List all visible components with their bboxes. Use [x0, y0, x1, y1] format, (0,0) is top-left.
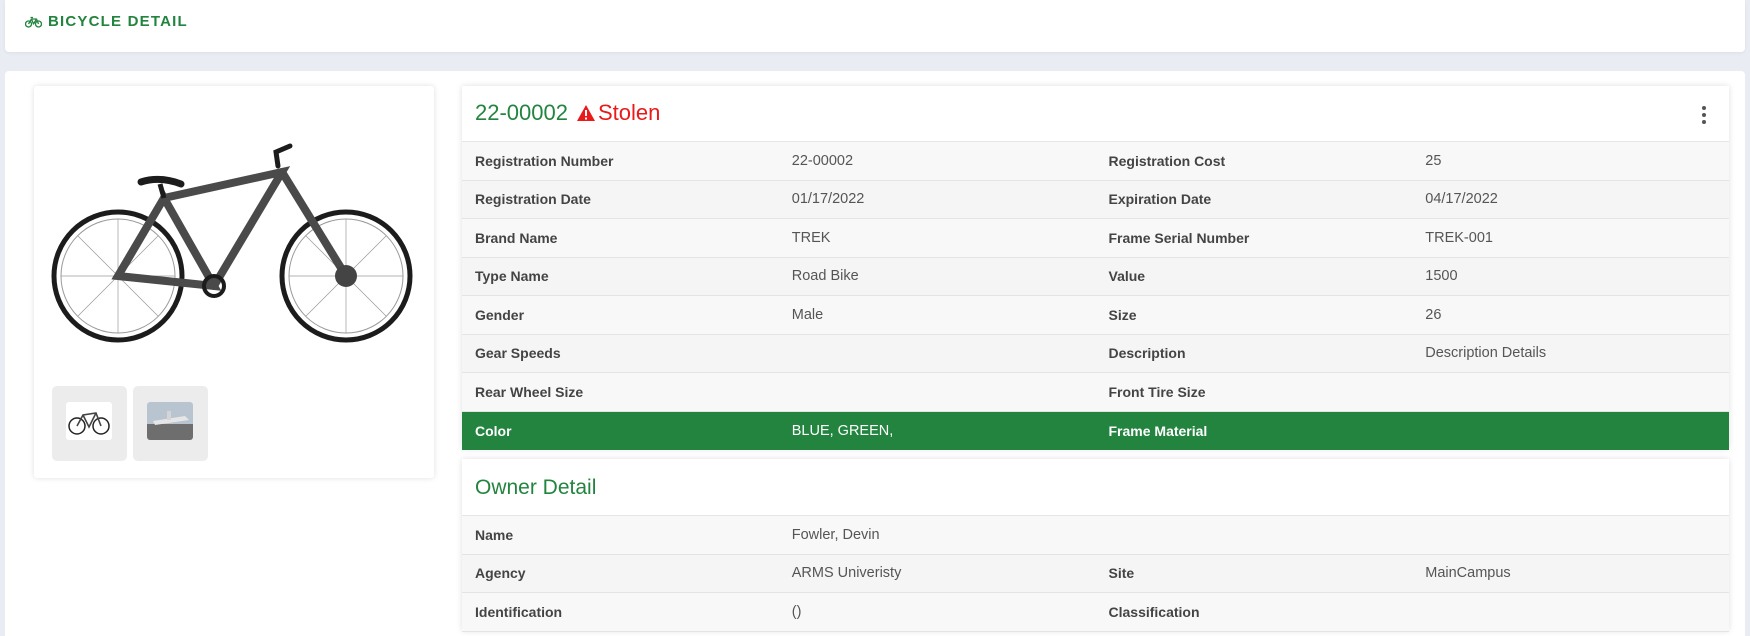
owner-detail-card: Owner Detail Name Fowler, Devin Agency A… — [462, 459, 1729, 632]
field-value: Fowler, Devin — [791, 526, 880, 543]
bicycle-detail-card: 22-00002 Stolen Registration Number 22-0… — [462, 86, 1729, 450]
field-value: 25 — [1425, 152, 1442, 169]
table-row: Registration Number 22-00002 Registratio… — [462, 142, 1729, 181]
field-label: Classification — [1108, 603, 1200, 620]
more-options-icon[interactable] — [1701, 106, 1707, 126]
field-label: Gear Speeds — [475, 345, 561, 362]
page-title: BICYCLE DETAIL — [25, 13, 188, 30]
bicycle-detail-table: Registration Number 22-00002 Registratio… — [462, 142, 1729, 450]
field-label: Brand Name — [475, 229, 558, 246]
thumbnail-2[interactable] — [133, 386, 208, 461]
owner-detail-header: Owner Detail — [462, 459, 1729, 516]
field-value: 26 — [1425, 306, 1442, 323]
field-value: 22-00002 — [791, 152, 854, 169]
table-row: Rear Wheel Size Front Tire Size — [462, 373, 1729, 412]
bicycle-detail-header: 22-00002 Stolen — [462, 86, 1729, 142]
field-label: Frame Serial Number — [1108, 229, 1250, 246]
page-header: BICYCLE DETAIL — [5, 0, 1745, 52]
field-label: Name — [475, 526, 514, 543]
registration-title: 22-00002 Stolen — [475, 100, 660, 126]
table-row: Gender Male Size 26 — [462, 296, 1729, 335]
field-value: 01/17/2022 — [791, 191, 865, 208]
table-row: Registration Date 01/17/2022 Expiration … — [462, 180, 1729, 219]
field-value: ARMS Univeristy — [791, 565, 902, 582]
field-value: TREK — [791, 229, 831, 246]
field-label: Rear Wheel Size — [475, 383, 584, 400]
field-label: Registration Date — [475, 191, 591, 208]
field-label: Front Tire Size — [1108, 383, 1206, 400]
field-value: Description Details — [1425, 345, 1547, 362]
table-row: Agency ARMS Univeristy Site MainCampus — [462, 554, 1729, 593]
table-row: Brand Name TREK Frame Serial Number TREK… — [462, 219, 1729, 258]
field-value: 04/17/2022 — [1425, 191, 1498, 208]
field-value: TREK-001 — [1425, 229, 1493, 246]
field-label: Identification — [475, 603, 563, 620]
bicycle-photo[interactable] — [46, 126, 422, 366]
field-value: MainCampus — [1425, 565, 1511, 582]
field-label: Value — [1108, 268, 1146, 285]
field-value: Road Bike — [791, 268, 859, 285]
field-label: Registration Number — [475, 152, 614, 169]
page-title-text: BICYCLE DETAIL — [48, 13, 188, 30]
thumbnail-1[interactable] — [52, 386, 127, 461]
owner-detail-table: Name Fowler, Devin Agency ARMS Univerist… — [462, 516, 1729, 632]
warning-icon — [576, 105, 595, 121]
field-label: Registration Cost — [1108, 152, 1226, 169]
field-label: Gender — [475, 306, 525, 323]
field-value: BLUE, GREEN, — [791, 422, 894, 439]
photo-gallery — [34, 86, 434, 478]
owner-detail-title: Owner Detail — [475, 476, 597, 499]
field-value: Male — [791, 306, 824, 323]
field-label: Frame Material — [1108, 422, 1208, 439]
bicycle-icon — [25, 16, 42, 28]
status-text: Stolen — [597, 100, 661, 125]
field-label: Type Name — [475, 268, 549, 285]
registration-number-heading: 22-00002 — [475, 100, 568, 125]
table-row: Identification () Classification — [462, 593, 1729, 632]
table-row: Name Fowler, Devin — [462, 516, 1729, 555]
field-value: () — [791, 603, 802, 620]
field-label: Description — [1108, 345, 1186, 362]
table-row: Type Name Road Bike Value 1500 — [462, 257, 1729, 296]
field-label: Site — [1108, 565, 1135, 582]
table-row: Gear Speeds Description Description Deta… — [462, 334, 1729, 373]
status-badge: Stolen — [576, 100, 660, 126]
field-label: Agency — [475, 565, 526, 582]
field-label: Size — [1108, 306, 1137, 323]
field-value: 1500 — [1425, 268, 1458, 285]
field-label: Expiration Date — [1108, 191, 1212, 208]
table-row-highlighted[interactable]: Color BLUE, GREEN, Frame Material — [462, 411, 1729, 450]
field-label: Color — [475, 422, 512, 439]
